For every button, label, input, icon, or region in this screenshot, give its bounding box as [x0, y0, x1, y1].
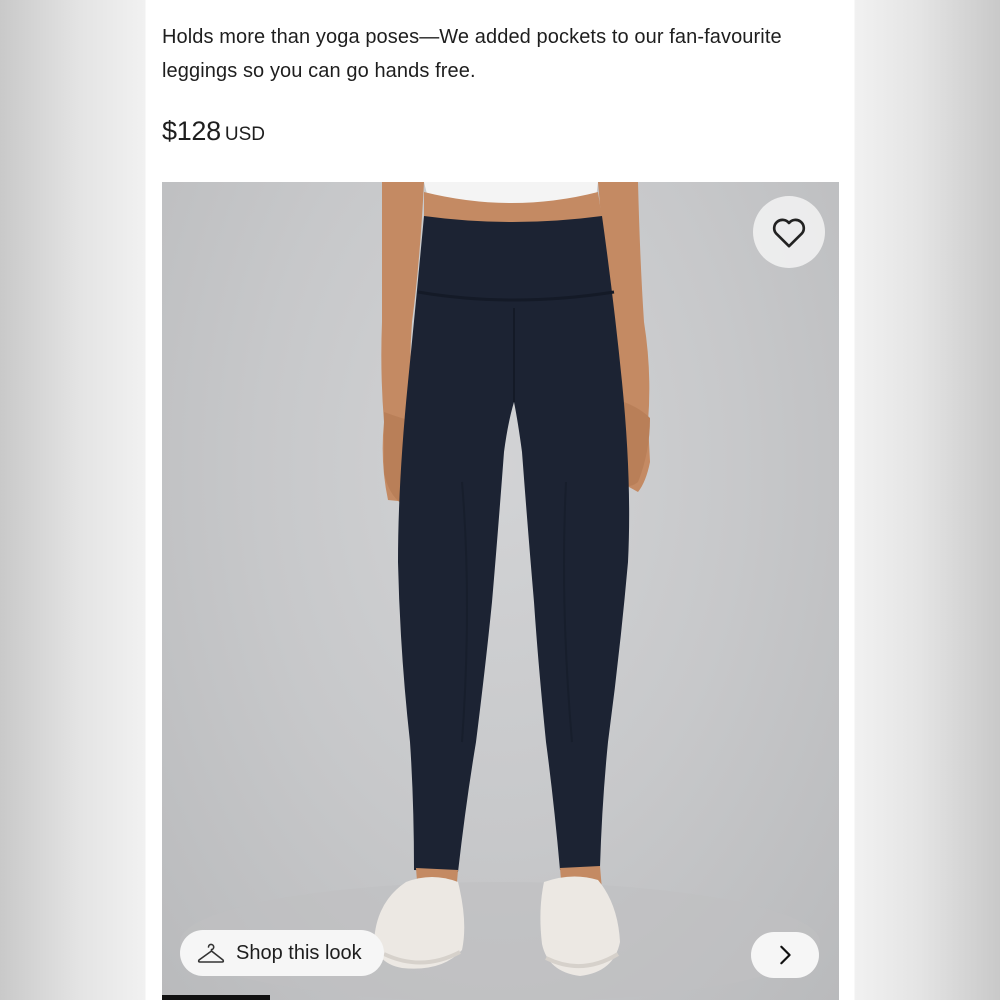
price-row: $128 USD	[162, 116, 265, 147]
price-currency: USD	[224, 124, 265, 145]
product-photo	[180, 182, 820, 1000]
heart-icon	[772, 218, 806, 248]
next-image-button[interactable]	[751, 932, 819, 978]
chevron-right-icon	[780, 945, 791, 965]
shop-this-look-button[interactable]: Shop this look	[180, 930, 384, 976]
product-description: Holds more than yoga poses—We added pock…	[162, 26, 782, 82]
shop-this-look-label: Shop this look	[236, 941, 362, 964]
carousel-progress-fill	[162, 995, 271, 1000]
favorite-button[interactable]	[753, 196, 825, 268]
carousel-progress	[162, 995, 839, 1000]
product-panel: Holds more than yoga poses—We added pock…	[146, 0, 854, 1000]
product-image-carousel[interactable]: Shop this look	[162, 182, 839, 1000]
hanger-icon	[197, 943, 225, 963]
product-price: $128	[162, 116, 221, 146]
